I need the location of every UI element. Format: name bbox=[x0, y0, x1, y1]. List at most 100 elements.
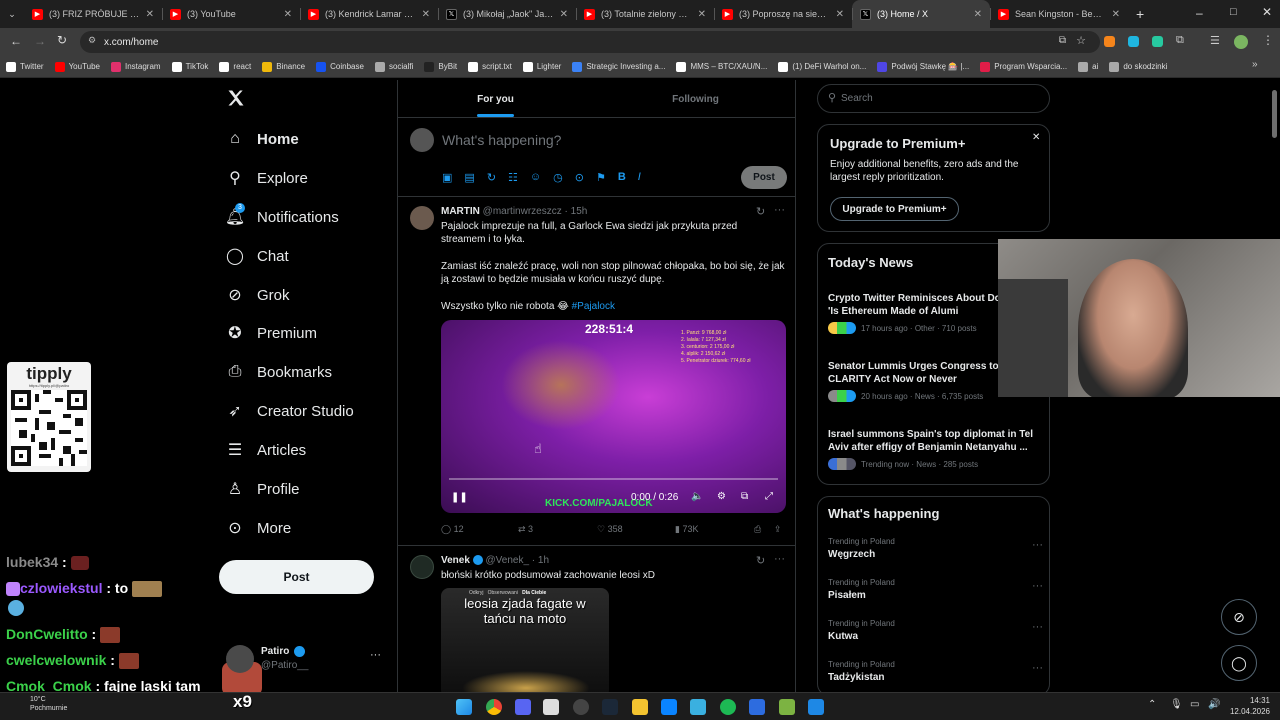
search-box[interactable]: ⚲ Search bbox=[817, 84, 1050, 113]
maximize-button[interactable]: □ bbox=[1230, 6, 1237, 18]
new-tab-button[interactable]: + bbox=[1136, 6, 1144, 22]
sidebar-item-bookmarks[interactable]: ⎙ Bookmarks bbox=[226, 357, 332, 387]
mic-icon[interactable]: 🎙 bbox=[1170, 699, 1183, 710]
account-switcher[interactable]: Patiro @Patiro__ ··· bbox=[226, 645, 386, 675]
bookmark-item[interactable]: YouTube bbox=[54, 61, 100, 72]
tweet[interactable]: MARTIN @martinwrzeszcz · 15h ↻ ··· Pajal… bbox=[398, 198, 795, 546]
sidebar-item-explore[interactable]: ⚲ Explore bbox=[226, 163, 308, 193]
bookmark-item[interactable]: socialfi bbox=[374, 61, 413, 72]
repost-button[interactable]: ⇄ 3 bbox=[518, 524, 533, 535]
reload-icon[interactable]: ↻ bbox=[57, 33, 67, 47]
bookmark-item[interactable]: Program Wsparcia... bbox=[980, 61, 1067, 72]
grok-explain-icon[interactable]: ↻ bbox=[756, 554, 765, 567]
extension-blue-icon[interactable] bbox=[1128, 36, 1139, 47]
browser-tab[interactable]: ▶ (3) Totalnie zielony kursan ✕ bbox=[576, 0, 714, 28]
x-logo[interactable] bbox=[226, 88, 246, 108]
site-info-icon[interactable]: ⚙ bbox=[88, 35, 96, 46]
tab-close-icon[interactable]: ✕ bbox=[974, 9, 982, 20]
browser-tab[interactable]: ▶ (3) YouTube ✕ bbox=[162, 0, 300, 28]
bookmark-item[interactable]: Lighter bbox=[522, 61, 561, 72]
display-icon[interactable]: ▭ bbox=[1190, 699, 1199, 710]
messages-float-button[interactable]: ◯ bbox=[1221, 645, 1257, 681]
video-progress-track[interactable] bbox=[449, 478, 778, 480]
bookmark-item[interactable]: Instagram bbox=[111, 61, 161, 72]
pause-icon[interactable]: ❚❚ bbox=[451, 492, 468, 503]
compose-input[interactable]: What's happening? bbox=[442, 132, 561, 148]
browser-tab[interactable]: 𝕏 (3) Home / X ✕ bbox=[852, 0, 990, 28]
tab-close-icon[interactable]: ✕ bbox=[146, 9, 154, 20]
browser-tab[interactable]: ▶ (3) Poproszę na siebie - Y ✕ bbox=[714, 0, 852, 28]
sidebar-item-premium[interactable]: ✪ Premium bbox=[226, 318, 317, 348]
tweet-time[interactable]: 1h bbox=[538, 555, 549, 566]
schedule-icon[interactable]: ◷ bbox=[553, 171, 563, 184]
tab-search-button[interactable]: ⌄ bbox=[0, 0, 24, 28]
trend-item[interactable]: Trending in Poland Kutwa ··· bbox=[828, 619, 1043, 643]
star-icon[interactable]: ☆ bbox=[1076, 34, 1086, 47]
hashtag-link[interactable]: #Pajalock bbox=[572, 301, 615, 312]
app-icon[interactable] bbox=[749, 699, 765, 715]
clock[interactable]: 14:31 12.04.2026 bbox=[1226, 695, 1270, 717]
close-icon[interactable]: ✕ bbox=[1032, 132, 1040, 143]
reply-button[interactable]: ◯ 12 bbox=[441, 524, 464, 535]
bookmarks-overflow-icon[interactable]: » bbox=[1252, 59, 1258, 70]
grok-explain-icon[interactable]: ↻ bbox=[756, 205, 765, 218]
grok-icon[interactable]: ↻ bbox=[487, 171, 496, 184]
steam-icon[interactable] bbox=[602, 699, 618, 715]
url-input[interactable]: ⚙ x.com/home ⧉ ☆ bbox=[80, 31, 1100, 53]
app-icon[interactable] bbox=[543, 699, 559, 715]
chrome-icon[interactable] bbox=[486, 699, 502, 715]
sidebar-item-grok[interactable]: ⊘ Grok bbox=[226, 280, 289, 310]
browser-tab[interactable]: ▶ Sean Kingston - Beautiful ✕ bbox=[990, 0, 1128, 28]
tab-following[interactable]: Following bbox=[598, 80, 793, 118]
poll-icon[interactable]: ☷ bbox=[508, 171, 518, 184]
tab-close-icon[interactable]: ✕ bbox=[1112, 9, 1120, 20]
tweet[interactable]: Venek @Venek_ · 1h ↻ ··· błoński krótko … bbox=[398, 547, 795, 692]
trend-item[interactable]: Trending in Poland Pisałem ··· bbox=[828, 578, 1043, 602]
back-icon[interactable]: ← bbox=[10, 34, 22, 48]
italic-icon[interactable]: I bbox=[638, 171, 641, 184]
profile-avatar-icon[interactable] bbox=[1234, 35, 1248, 49]
sidebar-item-articles[interactable]: ☰ Articles bbox=[226, 435, 306, 465]
views-button[interactable]: ▮ 73K bbox=[675, 524, 698, 535]
bookmark-item[interactable]: Twitter bbox=[6, 61, 44, 72]
app-icon[interactable] bbox=[661, 699, 677, 715]
trend-more-icon[interactable]: ··· bbox=[1032, 539, 1043, 551]
bookmark-item[interactable]: do skodzinki bbox=[1109, 61, 1167, 72]
search-input[interactable]: Search bbox=[841, 93, 873, 104]
bold-icon[interactable]: B bbox=[618, 171, 626, 184]
reading-list-icon[interactable]: ☰ bbox=[1210, 34, 1220, 47]
bookmark-item[interactable]: Podwój Stawkę 🎰 |... bbox=[877, 61, 969, 72]
bookmark-item[interactable]: react bbox=[219, 61, 251, 72]
author-name[interactable]: Venek bbox=[441, 555, 470, 566]
volume-icon[interactable]: 🔊 bbox=[1208, 699, 1220, 710]
obs-icon[interactable] bbox=[573, 699, 589, 715]
explorer-icon[interactable] bbox=[632, 699, 648, 715]
page-scrollbar[interactable] bbox=[1272, 90, 1277, 138]
tab-close-icon[interactable]: ✕ bbox=[836, 9, 844, 20]
app-icon[interactable] bbox=[779, 699, 795, 715]
minimize-button[interactable]: – bbox=[1196, 6, 1203, 20]
close-window-button[interactable]: ✕ bbox=[1262, 5, 1272, 19]
location-icon[interactable]: ⊙ bbox=[575, 171, 584, 184]
app-icon[interactable] bbox=[690, 699, 706, 715]
sidebar-item-chat[interactable]: ◯ Chat bbox=[226, 241, 289, 271]
browser-tab[interactable]: 𝕏 (3) Mikołaj „Jaok" Janusz ✕ bbox=[438, 0, 576, 28]
sidebar-item-more[interactable]: ⊙ More bbox=[226, 513, 291, 543]
bookmark-item[interactable]: Binance bbox=[262, 61, 305, 72]
browser-tab[interactable]: ▶ (3) Kendrick Lamar - King ✕ bbox=[300, 0, 438, 28]
weather-widget[interactable]: 10°C Pochmurnie bbox=[30, 695, 67, 713]
tab-close-icon[interactable]: ✕ bbox=[698, 9, 706, 20]
like-button[interactable]: ♡ 358 bbox=[597, 524, 623, 535]
bookmark-item[interactable]: (1) DeFi Warhol on... bbox=[778, 61, 866, 72]
browser-menu-icon[interactable]: ⋮ bbox=[1262, 33, 1274, 47]
tab-for-you[interactable]: For you bbox=[398, 80, 593, 118]
sidebar-item-profile[interactable]: ♙ Profile bbox=[226, 474, 300, 504]
flag-icon[interactable]: ⚑ bbox=[596, 171, 606, 184]
fullscreen-icon[interactable]: ⤢ bbox=[765, 491, 773, 502]
news-item[interactable]: Israel summons Spain's top diplomat in T… bbox=[828, 428, 1043, 470]
sidebar-item-home[interactable]: ⌂ Home bbox=[226, 124, 299, 154]
composer-post-button[interactable]: Post bbox=[741, 166, 787, 189]
grok-float-button[interactable]: ⊘ bbox=[1221, 599, 1257, 635]
forward-icon[interactable]: → bbox=[34, 34, 46, 48]
author-avatar[interactable] bbox=[410, 206, 434, 230]
